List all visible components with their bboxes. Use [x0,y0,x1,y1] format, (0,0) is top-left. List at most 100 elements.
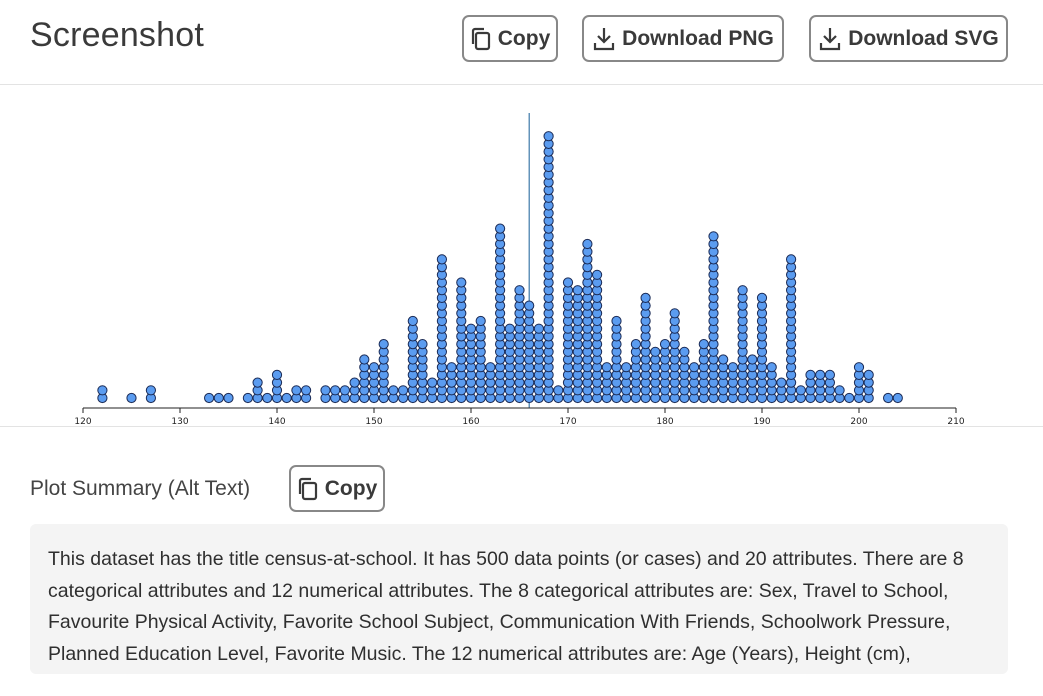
plot-summary-label: Plot Summary (Alt Text) [30,477,251,500]
data-point [621,362,632,373]
data-point [262,392,273,404]
data-point [611,315,622,327]
data-point [756,292,768,303]
data-point [766,362,777,373]
data-point [824,369,836,380]
data-point [339,385,350,396]
copy-summary-label: Copy [324,476,378,500]
data-point [495,223,506,234]
data-point [630,339,642,350]
data-point [126,392,137,404]
data-point [786,254,797,265]
copy-icon [298,477,317,500]
data-point [776,377,787,388]
data-point [378,339,389,350]
data-point [514,285,525,296]
data-point [795,385,806,396]
x-tick-label: 120 [74,417,91,427]
data-point [242,392,253,404]
data-point [533,323,545,334]
data-point [145,385,156,396]
data-point [97,385,108,396]
data-point [553,385,564,396]
x-tick-label: 160 [462,417,479,427]
download-png-label: Download PNG [622,26,774,50]
data-point [446,362,457,373]
data-point [427,377,438,388]
data-point [805,369,816,380]
data-point [834,385,845,396]
data-point [291,385,302,396]
data-point [737,285,748,296]
data-point [844,392,855,404]
data-point [582,238,593,250]
header-bar: Screenshot Copy Download PNG Download SV… [0,0,1043,85]
data-point [349,377,360,388]
download-icon [594,27,615,50]
data-point [368,362,380,373]
x-tick-label: 150 [365,417,382,427]
download-icon [820,27,841,50]
download-png-button[interactable]: Download PNG [582,15,784,62]
data-point [592,269,603,280]
data-point [271,369,283,380]
data-point [456,277,467,288]
data-point [863,369,874,380]
x-tick-label: 190 [753,417,770,427]
data-point [689,362,700,373]
x-tick-label: 180 [656,417,673,427]
data-point [504,323,515,334]
data-point [320,385,331,396]
data-point [543,131,554,142]
data-point [330,385,341,396]
data-point [883,392,894,404]
data-point [892,392,903,404]
data-point [562,277,574,288]
data-point [281,392,292,404]
data-point [301,385,312,396]
data-point [465,323,477,334]
data-point [213,392,224,404]
data-point [204,392,215,404]
copy-summary-button[interactable]: Copy [289,465,385,512]
plot-area: 120 130 140 150 160 170 180 190 200 210 [0,85,1043,427]
data-point [650,346,661,357]
x-tick-label: 130 [171,417,188,427]
page-title: Screenshot [30,16,204,54]
data-point [407,315,418,327]
plot-summary-text: This dataset has the title census-at-sch… [30,524,1008,674]
x-tick-label: 210 [947,417,964,427]
data-point [524,300,535,311]
data-point [815,369,826,380]
data-point [485,362,496,373]
data-point [572,285,583,296]
copy-button-label: Copy [497,26,551,50]
copy-icon [471,27,490,50]
data-point [718,354,729,365]
data-point [698,339,709,350]
data-point [475,315,486,327]
data-point [436,254,447,265]
download-svg-button[interactable]: Download SVG [809,15,1008,62]
data-point [388,385,399,396]
data-point [223,392,234,404]
download-svg-label: Download SVG [848,26,999,50]
data-point [853,362,865,373]
data-point [659,339,671,350]
data-point [252,377,263,388]
dot-plot: 120 130 140 150 160 170 180 190 200 210 [74,113,965,427]
x-tick-label: 170 [559,417,576,427]
data-point [669,308,680,319]
data-point [359,354,370,365]
x-tick-label: 140 [268,417,285,427]
data-point [747,354,758,365]
copy-button[interactable]: Copy [462,15,558,62]
data-point [640,292,651,303]
data-point [601,362,612,373]
data-point [727,362,739,373]
data-point [398,385,409,396]
data-point [708,231,719,242]
data-point [417,339,428,350]
x-tick-label: 200 [850,417,867,427]
data-point [679,346,690,357]
